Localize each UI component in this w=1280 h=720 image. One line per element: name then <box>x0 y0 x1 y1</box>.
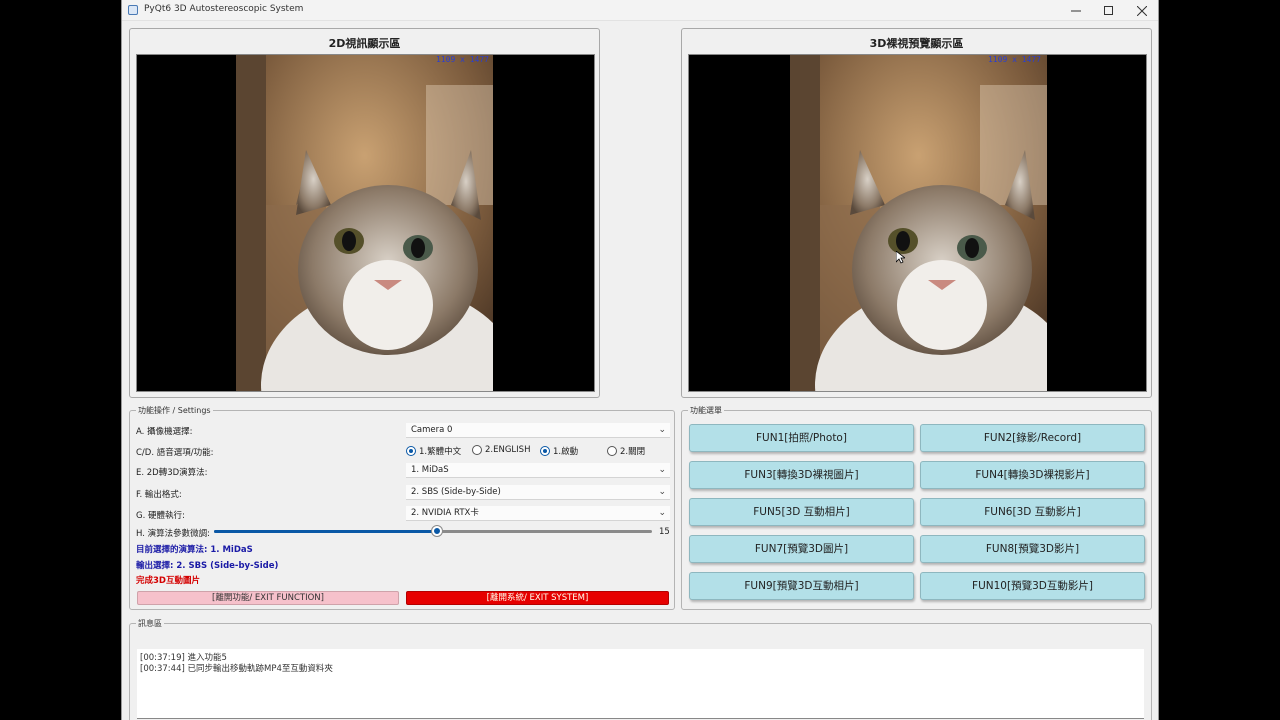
display-3d-panel: 3D裸視預覽顯示區 1109 x 1477 <box>681 28 1152 398</box>
display-2d-viewport: 1109 x 1477 <box>136 54 595 392</box>
output-select-value: 2. SBS (Side-by-Side) <box>411 487 501 497</box>
radio-lang-en[interactable]: 2.ENGLISH <box>472 445 530 455</box>
param-slider[interactable] <box>214 526 652 536</box>
chevron-down-icon: ⌄ <box>658 508 666 518</box>
radio-checked-icon <box>540 446 550 456</box>
camera-select[interactable]: Camera 0 ⌄ <box>406 423 670 438</box>
chevron-down-icon: ⌄ <box>658 487 666 497</box>
chevron-down-icon: ⌄ <box>658 465 666 475</box>
language-label: C/D. 語音選項/功能: <box>136 448 214 458</box>
log-legend: 訊息區 <box>136 618 164 629</box>
fun2-button[interactable]: FUN2[錄影/Record] <box>920 424 1145 452</box>
camera-select-value: Camera 0 <box>411 425 453 435</box>
minimize-icon <box>1071 10 1081 11</box>
settings-group: 功能操作 / Settings A. 攝像機選擇: Camera 0 ⌄ C/D… <box>129 405 675 610</box>
maximize-button[interactable] <box>1092 0 1126 21</box>
param-label: H. 演算法參數微調: <box>136 529 211 539</box>
hardware-select[interactable]: 2. NVIDIA RTX卡 ⌄ <box>406 506 670 521</box>
function-menu-group: 功能選單 FUN1[拍照/Photo] FUN2[錄影/Record] FUN3… <box>681 405 1152 610</box>
window-title: PyQt6 3D Autostereoscopic System <box>144 4 304 14</box>
camera-label: A. 攝像機選擇: <box>136 427 193 437</box>
cat-photo-3d <box>790 55 1047 391</box>
cat-photo-2d <box>236 55 493 391</box>
fun7-button[interactable]: FUN7[預覽3D圖片] <box>689 535 914 563</box>
image-size-label-2d: 1109 x 1477 <box>436 55 489 64</box>
fun10-button[interactable]: FUN10[預覽3D互動影片] <box>920 572 1145 600</box>
app-icon <box>128 5 138 15</box>
maximize-icon <box>1104 5 1113 15</box>
log-line: [00:37:19] 進入功能5 <box>140 653 227 663</box>
display-2d-title: 2D視訊顯示區 <box>328 37 401 50</box>
fun1-button[interactable]: FUN1[拍照/Photo] <box>689 424 914 452</box>
close-icon <box>1137 5 1147 16</box>
hardware-select-value: 2. NVIDIA RTX卡 <box>411 508 479 518</box>
radio-unchecked-icon <box>472 445 482 455</box>
display-3d-title: 3D裸視預覽顯示區 <box>869 37 964 50</box>
radio-voice-off[interactable]: 2.關閉 <box>607 445 645 457</box>
fun4-button[interactable]: FUN4[轉換3D裸視影片] <box>920 461 1145 489</box>
close-button[interactable] <box>1125 0 1158 21</box>
log-textbox[interactable]: [00:37:19] 進入功能5 [00:37:44] 已同步輸出移動軌跡MP4… <box>137 649 1144 719</box>
algorithm-select[interactable]: 1. MiDaS ⌄ <box>406 463 670 478</box>
algorithm-select-value: 1. MiDaS <box>411 465 449 475</box>
algorithm-label: E. 2D轉3D演算法: <box>136 468 208 478</box>
param-slider-fill <box>214 530 438 533</box>
fun9-button[interactable]: FUN9[預覽3D互動相片] <box>689 572 914 600</box>
settings-legend: 功能操作 / Settings <box>136 405 213 416</box>
status-output: 輸出選擇: 2. SBS (Side-by-Side) <box>136 561 279 571</box>
chevron-down-icon: ⌄ <box>658 425 666 435</box>
fun5-button[interactable]: FUN5[3D 互動相片] <box>689 498 914 526</box>
radio-voice-on[interactable]: 1.啟動 <box>540 445 578 457</box>
fun3-button[interactable]: FUN3[轉換3D裸視圖片] <box>689 461 914 489</box>
log-group: 訊息區 [00:37:19] 進入功能5 [00:37:44] 已同步輸出移動軌… <box>129 618 1152 720</box>
minimize-button[interactable] <box>1059 0 1093 21</box>
log-line: [00:37:44] 已同步輸出移動軌跡MP4至互動資料夾 <box>140 664 333 674</box>
mouse-cursor-icon <box>896 251 905 264</box>
app-window: PyQt6 3D Autostereoscopic System 2D視訊顯示區 <box>121 0 1159 720</box>
status-algorithm: 目前選擇的演算法: 1. MiDaS <box>136 545 253 555</box>
output-label: F. 輸出格式: <box>136 490 182 500</box>
fun6-button[interactable]: FUN6[3D 互動影片] <box>920 498 1145 526</box>
hardware-label: G. 硬體執行: <box>136 511 185 521</box>
fun8-button[interactable]: FUN8[預覽3D影片] <box>920 535 1145 563</box>
radio-lang-zh[interactable]: 1.繁體中文 <box>406 445 461 457</box>
exit-function-button[interactable]: [離開功能/ EXIT FUNCTION] <box>137 591 399 605</box>
image-size-label-3d: 1109 x 1477 <box>988 55 1041 64</box>
param-slider-thumb[interactable] <box>432 526 443 536</box>
status-done: 完成3D互動圖片 <box>136 576 200 586</box>
output-select[interactable]: 2. SBS (Side-by-Side) ⌄ <box>406 485 670 500</box>
title-bar[interactable]: PyQt6 3D Autostereoscopic System <box>122 0 1158 21</box>
param-value: 15 <box>659 527 670 537</box>
display-3d-viewport[interactable]: 1109 x 1477 <box>688 54 1147 392</box>
radio-unchecked-icon <box>607 446 617 456</box>
exit-system-button[interactable]: [離開系統/ EXIT SYSTEM] <box>406 591 669 605</box>
radio-checked-icon <box>406 446 416 456</box>
display-2d-panel: 2D視訊顯示區 1109 x 1477 <box>129 28 600 398</box>
function-menu-legend: 功能選單 <box>688 405 724 416</box>
